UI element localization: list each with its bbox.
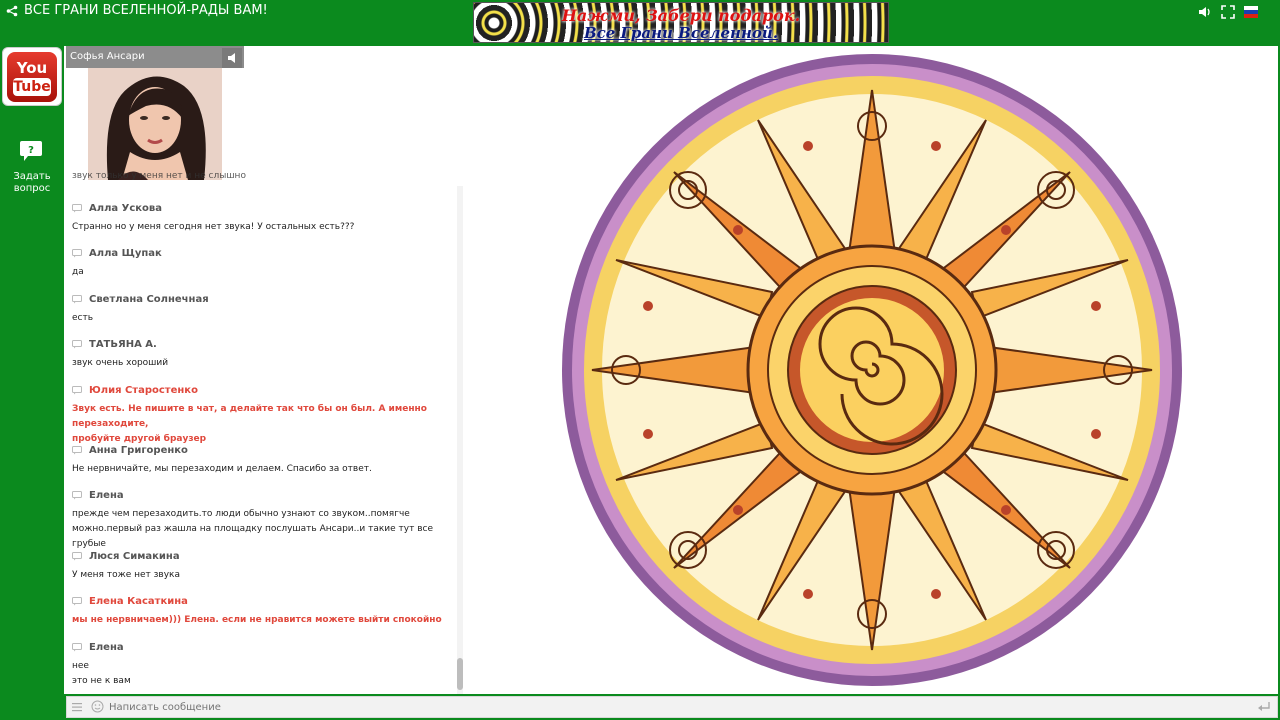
ask-label-2: вопрос — [13, 183, 51, 194]
share-icon[interactable] — [6, 5, 18, 17]
room-title-text: ВСЕ ГРАНИ ВСЕЛЕННОЙ-РАДЫ ВАМ! — [24, 3, 268, 18]
top-icons — [1198, 5, 1258, 19]
chat-message: Люся Симакина У меня тоже нет звука — [72, 551, 452, 583]
chat-user-icon — [72, 340, 82, 349]
video-header: Софья Ансари — [66, 46, 244, 68]
chat-user-icon — [72, 386, 82, 395]
top-bar: ВСЕ ГРАНИ ВСЕЛЕННОЙ-РАДЫ ВАМ! Нажми, Заб… — [0, 0, 1280, 46]
message-author[interactable]: Алла Щупак — [89, 248, 162, 259]
chat-user-icon — [72, 552, 82, 561]
message-text: мы не нервничаем))) Елена. если не нрави… — [72, 615, 442, 625]
chat-user-icon — [72, 204, 82, 213]
chat-user-icon — [72, 295, 82, 304]
chat-user-icon — [72, 643, 82, 652]
chat-message: ТАТЬЯНА А. звук очень хороший — [72, 339, 452, 371]
message-line: можно.первый раз жашла на площадку послу… — [72, 524, 433, 549]
message-text: У меня тоже нет звука — [72, 570, 180, 580]
chat-user-icon — [72, 597, 82, 606]
message-author[interactable]: Алла Ускова — [89, 203, 162, 214]
message-text: звук очень хороший — [72, 358, 169, 368]
message-author[interactable]: ТАТЬЯНА А. — [89, 339, 157, 350]
message-text: да — [72, 267, 84, 277]
chat-message: Алла Щупак да — [72, 248, 452, 280]
message-composer — [66, 696, 1278, 718]
speaker-portrait — [88, 68, 222, 180]
chat-message: Елена прежде чем перезаходить.то люди об… — [72, 490, 452, 552]
chat-message: Елена нее это не к вам — [72, 642, 452, 689]
chat-user-icon — [72, 446, 82, 455]
chat-scrollbar[interactable] — [457, 186, 463, 694]
message-author[interactable]: Елена — [89, 642, 124, 653]
smile-icon[interactable] — [91, 700, 104, 713]
speaker-video[interactable] — [88, 68, 222, 180]
russian-flag-icon[interactable] — [1244, 6, 1258, 18]
fullscreen-icon[interactable] — [1221, 5, 1235, 19]
presentation-area — [464, 46, 1278, 694]
chat-user-icon — [72, 491, 82, 500]
message-author[interactable]: Светлана Солнечная — [89, 294, 209, 305]
banner-line-2: Все Грани Вселенной. — [583, 24, 779, 42]
sun-mandala-image — [562, 54, 1182, 686]
message-line: Звук есть. Не пишите в чат, а делайте та… — [72, 404, 427, 429]
chat-message: Анна Григоренко Не нервничайте, мы перез… — [72, 445, 452, 477]
message-author[interactable]: Елена Касаткина — [89, 596, 188, 607]
chat-message: Алла Ускова Странно но у меня сегодня не… — [72, 203, 452, 235]
youtube-you-text: You — [16, 59, 48, 77]
message-text: нее это не к вам — [72, 659, 452, 689]
message-author[interactable]: Анна Григоренко — [89, 445, 188, 456]
message-author[interactable]: Юлия Старостенко — [89, 385, 198, 396]
chat-user-icon — [72, 249, 82, 258]
message-text: Не нервничайте, мы перезаходим и делаем.… — [72, 464, 372, 474]
send-icon[interactable] — [1257, 701, 1271, 713]
message-author[interactable]: Люся Симакина — [89, 551, 180, 562]
message-line: это не к вам — [72, 676, 131, 686]
youtube-logo: You Tube — [7, 52, 57, 102]
mute-icon — [228, 53, 235, 63]
banner-line-1: Нажми, Забери подарок. — [561, 6, 801, 25]
message-text: Звук есть. Не пишите в чат, а делайте та… — [72, 402, 452, 447]
message-line: нее — [72, 661, 89, 671]
message-input[interactable] — [109, 699, 1239, 715]
ask-question-button[interactable]: ? Задать вопрос — [0, 140, 64, 195]
message-line: прежде чем перезаходить.то люди обычно у… — [72, 509, 410, 519]
chat-panel: Софья Ансари звук только у меня нет и не… — [64, 46, 464, 694]
message-list: звук только у меня нет и не слышно — [72, 172, 452, 186]
gift-banner[interactable]: Нажми, Забери подарок. Все Грани Вселенн… — [473, 2, 889, 43]
cut-message: звук только у меня нет и не слышно — [72, 172, 246, 181]
chat-message: Светлана Солнечная есть — [72, 294, 452, 326]
ask-label-1: Задать — [13, 171, 51, 182]
room-title[interactable]: ВСЕ ГРАНИ ВСЕЛЕННОЙ-РАДЫ ВАМ! — [6, 3, 268, 18]
menu-icon[interactable] — [71, 701, 83, 713]
speaker-name: Софья Ансари — [70, 51, 145, 62]
youtube-button[interactable]: You Tube — [2, 47, 62, 106]
mute-button[interactable] — [222, 48, 242, 68]
message-text: Странно но у меня сегодня нет звука! У о… — [72, 222, 355, 232]
message-text: есть — [72, 313, 94, 323]
chat-scroll-thumb[interactable] — [457, 658, 463, 690]
youtube-tube-text: Tube — [13, 78, 51, 96]
chat-message-moderator: Елена Касаткина мы не нервничаем))) Елен… — [72, 596, 452, 628]
question-chat-icon: ? — [20, 141, 42, 161]
left-rail: You Tube ? Задать вопрос — [0, 46, 64, 720]
volume-icon[interactable] — [1198, 5, 1212, 19]
chat-message-moderator: Юлия Старостенко Звук есть. Не пишите в … — [72, 385, 452, 447]
message-author[interactable]: Елена — [89, 490, 124, 501]
message-text: прежде чем перезаходить.то люди обычно у… — [72, 507, 452, 552]
svg-text:?: ? — [28, 145, 34, 156]
